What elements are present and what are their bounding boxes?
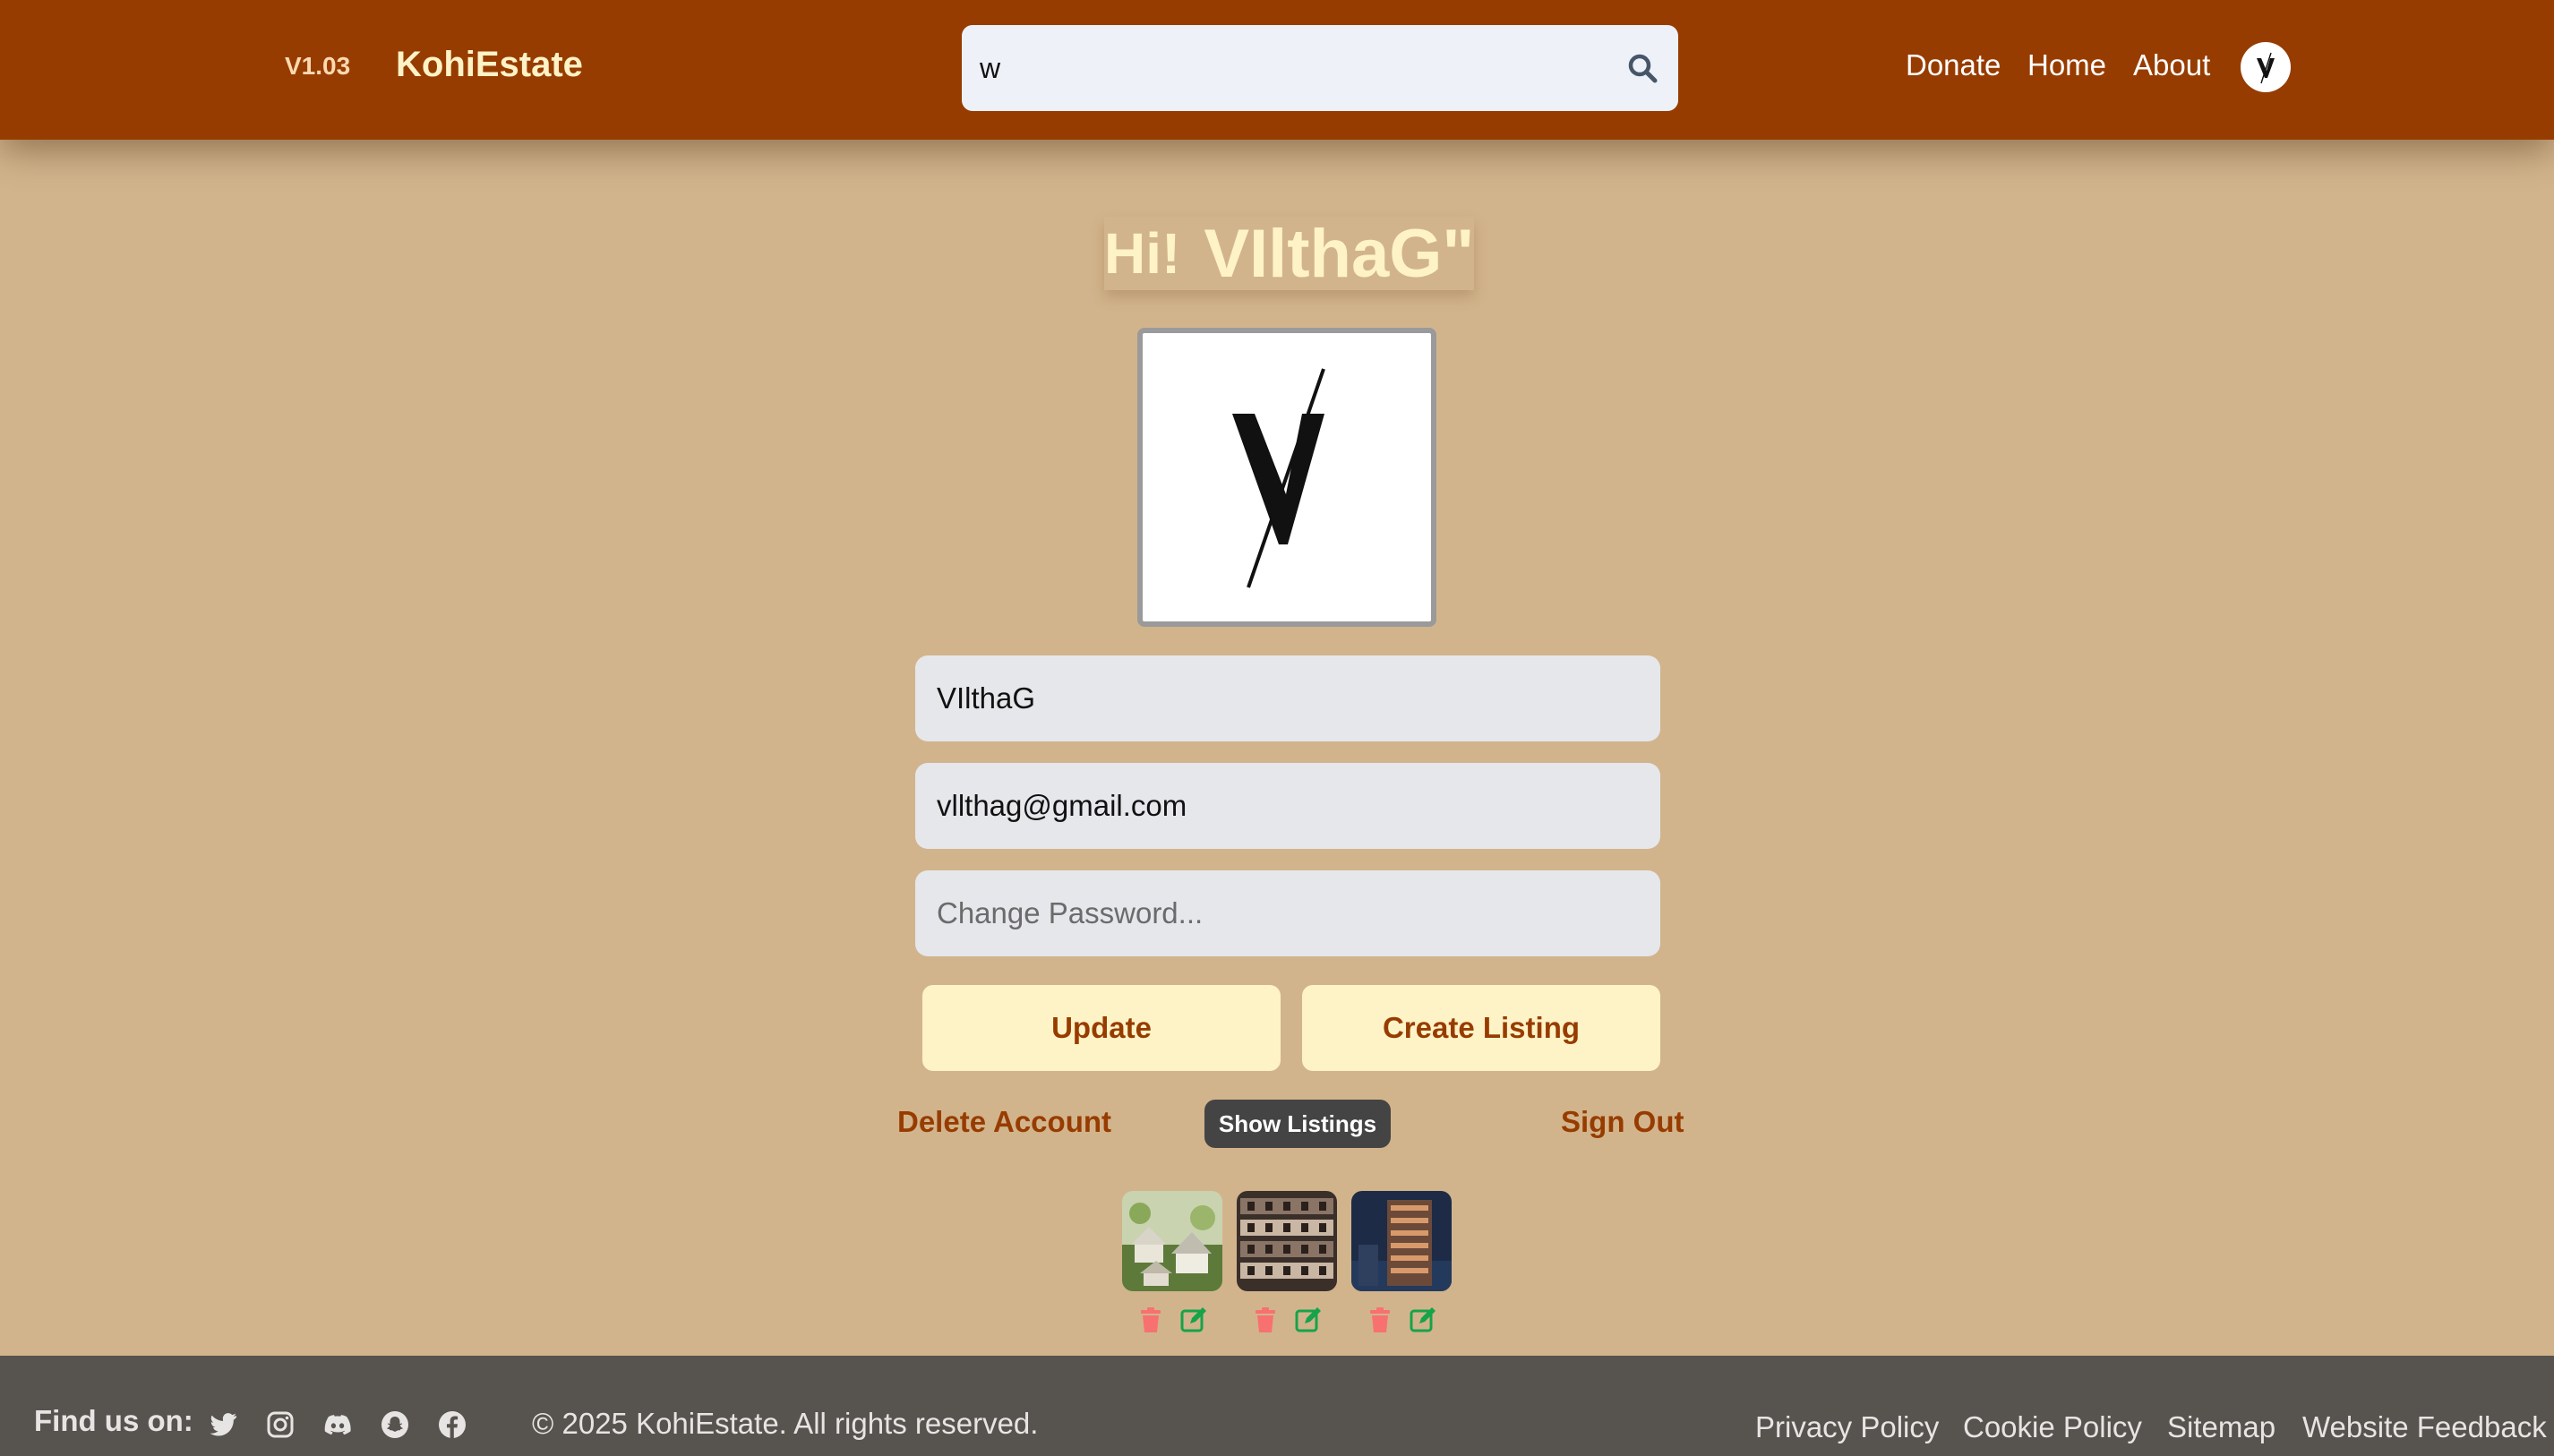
listing-thumbnail[interactable] bbox=[1122, 1191, 1222, 1291]
apartment-rows-image bbox=[1237, 1191, 1337, 1291]
show-listings-tooltip[interactable]: Show Listings bbox=[1204, 1100, 1391, 1148]
cookie-policy-link[interactable]: Cookie Policy bbox=[1963, 1410, 2142, 1444]
find-us-label: Find us on: bbox=[34, 1404, 193, 1437]
profile-picture[interactable] bbox=[1137, 328, 1436, 627]
edit-listing-icon[interactable] bbox=[1409, 1306, 1437, 1334]
discord-icon[interactable] bbox=[322, 1409, 353, 1440]
listing-thumbnail[interactable] bbox=[1237, 1191, 1337, 1291]
website-feedback-link[interactable]: Website Feedback bbox=[2302, 1410, 2547, 1444]
delete-account-link[interactable]: Delete Account bbox=[897, 1105, 1111, 1139]
site-footer: Find us on: © 2025 KohiEstate. All right… bbox=[0, 1356, 2554, 1456]
user-avatar-button[interactable] bbox=[2241, 42, 2291, 92]
search-icon[interactable] bbox=[1624, 50, 1660, 86]
username-field[interactable] bbox=[915, 655, 1660, 741]
delete-listing-icon[interactable] bbox=[1136, 1306, 1165, 1334]
top-nav-bar: V1.03 KohiEstate Donate Home About bbox=[0, 0, 2554, 140]
suburban-houses-image bbox=[1122, 1191, 1222, 1291]
sitemap-link[interactable]: Sitemap bbox=[2167, 1410, 2275, 1444]
instagram-icon[interactable] bbox=[265, 1409, 296, 1440]
edit-listing-icon[interactable] bbox=[1179, 1306, 1208, 1334]
nav-about-link[interactable]: About bbox=[2133, 48, 2210, 82]
listing-actions bbox=[1366, 1306, 1437, 1336]
edit-listing-icon[interactable] bbox=[1294, 1306, 1323, 1334]
listing-actions bbox=[1136, 1306, 1208, 1336]
brand-logo-text[interactable]: KohiEstate bbox=[396, 45, 583, 85]
listing-thumbnail[interactable] bbox=[1351, 1191, 1452, 1291]
privacy-policy-link[interactable]: Privacy Policy bbox=[1755, 1410, 1939, 1444]
night-tower-image bbox=[1351, 1191, 1452, 1291]
create-listing-button[interactable]: Create Listing bbox=[1302, 985, 1660, 1071]
listing-actions bbox=[1251, 1306, 1323, 1336]
snapchat-icon[interactable] bbox=[380, 1409, 410, 1440]
twitter-icon[interactable] bbox=[208, 1409, 238, 1440]
email-field[interactable] bbox=[915, 763, 1660, 849]
search-bar bbox=[962, 25, 1678, 111]
update-button[interactable]: Update bbox=[922, 985, 1281, 1071]
y-logo-icon bbox=[1232, 368, 1325, 588]
facebook-icon[interactable] bbox=[437, 1409, 467, 1440]
version-label: V1.03 bbox=[285, 52, 351, 80]
greeting-hi: Hi! bbox=[1104, 221, 1181, 286]
greeting-username: VIlthaG" bbox=[1204, 215, 1475, 292]
search-input[interactable] bbox=[980, 45, 1589, 91]
greeting-heading: Hi! VIlthaG" bbox=[1104, 215, 1475, 292]
nav-donate-link[interactable]: Donate bbox=[1906, 48, 2001, 82]
nav-home-link[interactable]: Home bbox=[2027, 48, 2106, 82]
copyright-text: © 2025 KohiEstate. All rights reserved. bbox=[532, 1407, 1039, 1440]
password-field[interactable] bbox=[915, 870, 1660, 956]
delete-listing-icon[interactable] bbox=[1366, 1306, 1394, 1334]
delete-listing-icon[interactable] bbox=[1251, 1306, 1280, 1334]
sign-out-link[interactable]: Sign Out bbox=[1561, 1105, 1684, 1139]
y-logo-icon bbox=[2257, 52, 2275, 84]
